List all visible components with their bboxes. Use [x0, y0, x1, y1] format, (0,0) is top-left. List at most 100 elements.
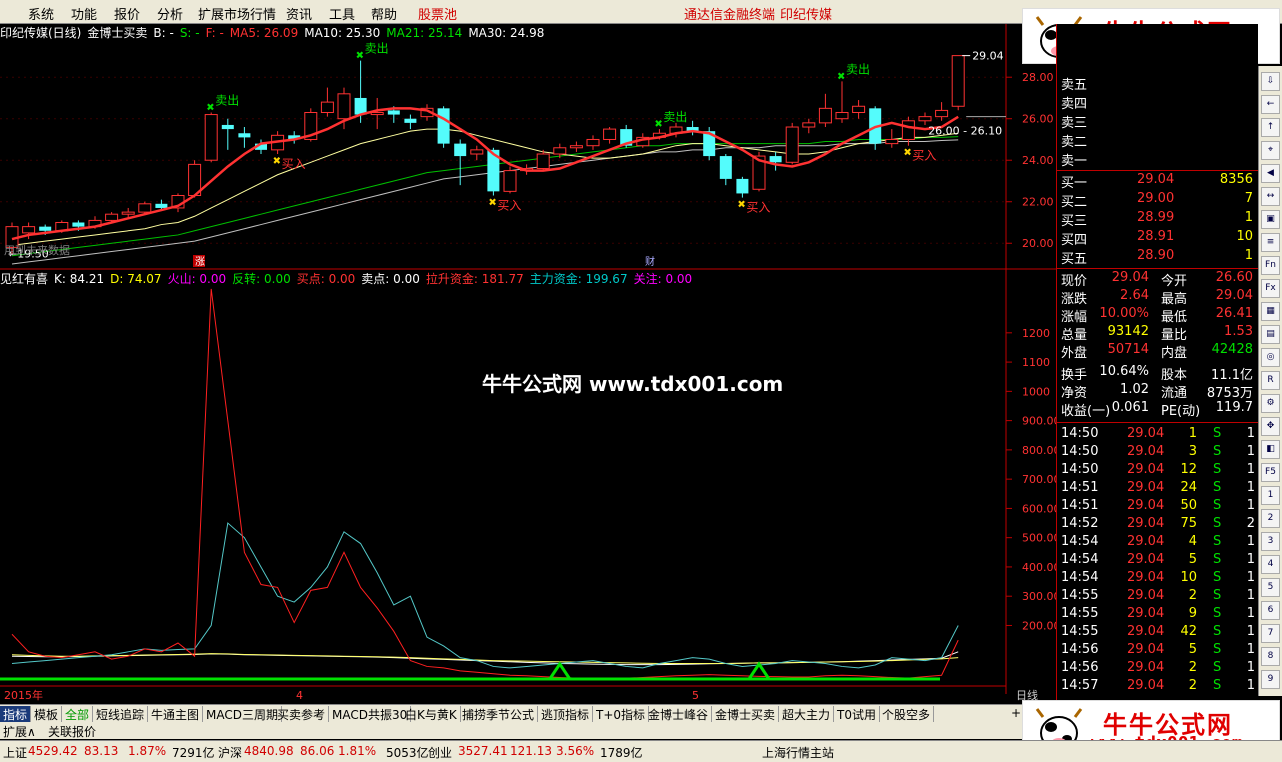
tool-button-icon[interactable]: 7: [1261, 624, 1280, 643]
tick-time: 14:50: [1061, 426, 1099, 441]
tick-row: 14:50 29.04 3 S 1: [1057, 444, 1259, 462]
price-axis-label: 26.00: [1022, 113, 1054, 126]
tick-volume: 5: [1188, 642, 1197, 657]
tick-time: 14:51: [1061, 480, 1099, 495]
sz-percent: 1.81%: [338, 744, 377, 758]
tool-button-icon[interactable]: ⇩: [1261, 72, 1280, 91]
tab-5[interactable]: MACD三周期: [203, 706, 282, 722]
candle-body: [121, 211, 135, 215]
tool-button-icon[interactable]: ⚙: [1261, 394, 1280, 413]
buy-level-label: 买一: [1061, 176, 1088, 191]
indicator-name: 见红有喜: [0, 272, 49, 286]
tool-button-icon[interactable]: 2: [1261, 509, 1280, 528]
tool-button-icon[interactable]: ▤: [1261, 325, 1280, 344]
tab-0[interactable]: 指标: [0, 706, 32, 722]
tab-8[interactable]: 白K与黄K: [402, 706, 461, 722]
tab-7[interactable]: MACD共振30: [329, 706, 412, 722]
server-name[interactable]: 上海行情主站: [762, 744, 834, 761]
menu-analysis[interactable]: 分析: [157, 4, 183, 23]
tick-time: 14:54: [1061, 534, 1099, 549]
tool-button-icon[interactable]: ⌖: [1261, 141, 1280, 160]
f-value: F: -: [205, 26, 224, 40]
tool-button-icon[interactable]: 5: [1261, 578, 1280, 597]
candle-body: [835, 111, 849, 120]
tool-button-icon[interactable]: R: [1261, 371, 1280, 390]
tick-time: 14:51: [1061, 498, 1099, 513]
menu-stock-pool[interactable]: 股票池: [418, 4, 457, 23]
tab-1[interactable]: 模板: [31, 706, 63, 722]
tab-4[interactable]: 牛通主图: [148, 706, 204, 722]
tool-button-icon[interactable]: 4: [1261, 555, 1280, 574]
candle-body: [901, 120, 915, 140]
tool-button-icon[interactable]: ▣: [1261, 210, 1280, 229]
sz-index[interactable]: 4840.98: [244, 744, 294, 758]
tick-side: S: [1213, 480, 1222, 495]
price-axis-label: 22.00: [1022, 196, 1054, 209]
tab-2[interactable]: 全部: [62, 706, 94, 722]
tick-row: 14:54 29.04 10 S 1: [1057, 570, 1259, 588]
menu-extended-market[interactable]: 扩展市场行情: [198, 4, 276, 23]
link-terminal[interactable]: 通达信金融终端: [684, 4, 775, 23]
stat-value: 50714: [1107, 342, 1149, 357]
tick-row: 14:54 29.04 5 S 1: [1057, 552, 1259, 570]
sub-bar: 扩展∧ 关联报价: [0, 722, 1022, 739]
tick-row: 14:50 29.04 12 S 1: [1057, 462, 1259, 480]
tool-button-icon[interactable]: ↑: [1261, 118, 1280, 137]
stat-value: 29.04: [1215, 288, 1253, 303]
menu-help[interactable]: 帮助: [371, 4, 397, 23]
tick-count: 1: [1246, 480, 1255, 495]
buy-price: 28.99: [1137, 210, 1175, 225]
candle-body: [553, 147, 567, 155]
candle-body: [105, 213, 119, 221]
tool-button-icon[interactable]: ✥: [1261, 417, 1280, 436]
tab-16[interactable]: 个股空多: [879, 706, 935, 722]
tool-button-icon[interactable]: 3: [1261, 532, 1280, 551]
link-stock-name[interactable]: 印纪传媒: [780, 4, 832, 23]
tool-button-icon[interactable]: 8: [1261, 647, 1280, 666]
green-zigzag: [548, 661, 572, 680]
tab-11[interactable]: T+0指标: [593, 706, 650, 722]
tool-button-icon[interactable]: ←: [1261, 95, 1280, 114]
tool-button-icon[interactable]: Fn: [1261, 256, 1280, 275]
tick-side: S: [1213, 534, 1222, 549]
tick-time: 14:56: [1061, 642, 1099, 657]
tab-15[interactable]: T0试用: [834, 706, 880, 722]
menu-system[interactable]: 系统: [28, 4, 54, 23]
tick-side: S: [1213, 516, 1222, 531]
ind-axis-label: 500.00: [1022, 532, 1056, 545]
cy-index[interactable]: 3527.41: [458, 744, 508, 758]
tool-button-icon[interactable]: ≡: [1261, 233, 1280, 252]
tool-button-icon[interactable]: ◀: [1261, 164, 1280, 183]
menu-quote[interactable]: 报价: [114, 4, 140, 23]
tick-volume: 10: [1180, 570, 1197, 585]
tool-button-icon[interactable]: Fx: [1261, 279, 1280, 298]
candle-body: [951, 55, 965, 107]
chart-canvas[interactable]: 28.0026.0024.0022.0020.00✖卖出✖ 买入✖卖出✖ 买入✖卖出…: [0, 24, 1056, 704]
tool-button-icon[interactable]: 1: [1261, 486, 1280, 505]
tab-9[interactable]: 捕捞季节公式: [459, 706, 539, 722]
sh-index[interactable]: 4529.42: [28, 744, 78, 758]
tool-button-icon[interactable]: F5: [1261, 463, 1280, 482]
tool-button-icon[interactable]: ◧: [1261, 440, 1280, 459]
tool-button-icon[interactable]: 9: [1261, 670, 1280, 689]
stat-label: 外盘: [1061, 346, 1088, 361]
tab-3[interactable]: 短线追踪: [93, 706, 149, 722]
candle-body: [39, 226, 52, 231]
tab-6[interactable]: 买卖参考: [274, 706, 330, 722]
tab-13[interactable]: 金博士买卖: [712, 706, 780, 722]
tab-12[interactable]: 金博士峰谷: [645, 706, 713, 722]
expand-button[interactable]: 扩展∧: [3, 723, 36, 740]
tool-button-icon[interactable]: ◎: [1261, 348, 1280, 367]
tool-button-icon[interactable]: 6: [1261, 601, 1280, 620]
tab-10[interactable]: 逃顶指标: [538, 706, 594, 722]
menu-tools[interactable]: 工具: [329, 4, 355, 23]
zhang-text: 涨: [195, 256, 205, 268]
tool-button-icon[interactable]: ↔: [1261, 187, 1280, 206]
tick-count: 1: [1246, 462, 1255, 477]
tick-count: 1: [1246, 660, 1255, 675]
tool-button-icon[interactable]: ▦: [1261, 302, 1280, 321]
menu-news[interactable]: 资讯: [286, 4, 312, 23]
related-quote-button[interactable]: 关联报价: [48, 723, 96, 740]
menu-function[interactable]: 功能: [71, 4, 97, 23]
tab-14[interactable]: 超大主力: [779, 706, 835, 722]
